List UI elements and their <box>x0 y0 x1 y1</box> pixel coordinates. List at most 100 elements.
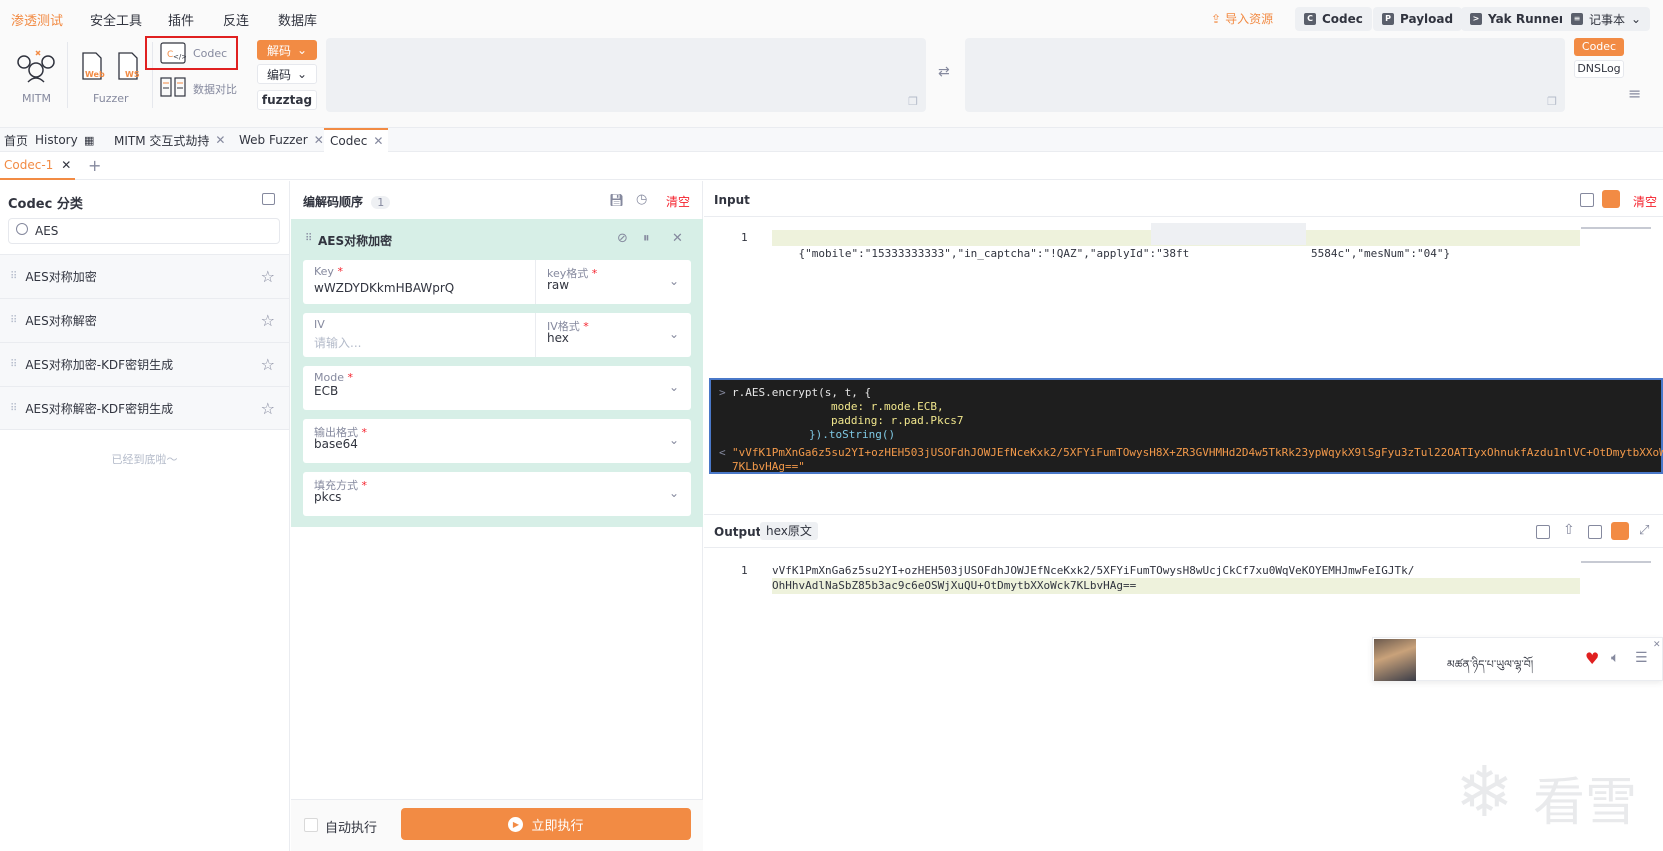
auto-run-checkbox[interactable] <box>304 818 318 832</box>
main-tab-bar: 首页 History ▦ MITM 交互式劫持 ✕ Web Fuzzer ✕ C… <box>0 128 1663 152</box>
drag-handle-icon[interactable]: ⠿ <box>305 233 312 244</box>
list-item-label: AES对称解密-KDF密钥生成 <box>25 401 174 416</box>
output-code-line-2[interactable]: OhHhvAdlNaSbZ85b3ac9c6eOSWjXuQU+OtDmytbX… <box>772 578 1580 594</box>
tab-mitm[interactable]: MITM 交互式劫持 ✕ <box>110 128 229 152</box>
tab-grid-icon[interactable]: ▦ <box>80 128 98 152</box>
mitm-button[interactable]: MITM <box>14 46 60 106</box>
collapse-panel-icon[interactable] <box>262 193 275 205</box>
codec-button[interactable]: C </> Codec <box>160 42 234 66</box>
notepad-button[interactable]: ≡ 记事本 ⌄ <box>1562 7 1651 31</box>
hex-raw-tab[interactable]: hex原文 <box>760 522 818 540</box>
menu-pentest[interactable]: 渗透测试 <box>11 10 63 29</box>
list-item[interactable]: ⠿ AES对称加密-KDF密钥生成 ☆ <box>0 342 289 386</box>
close-icon[interactable]: ✕ <box>61 158 71 172</box>
disable-icon[interactable]: ⊘ <box>617 231 628 246</box>
key-field[interactable]: Key * wWZDYDKkmHBAWprQ key格式 * raw ⌄ <box>303 260 691 304</box>
list-item[interactable]: ⠿ AES对称解密-KDF密钥生成 ☆ <box>0 386 289 430</box>
sub-tab-bar: Codec-1 ✕ + <box>0 152 1663 180</box>
key-label: Key * <box>314 265 343 278</box>
codec-category-panel: Codec 分类 AES ⠿ AES对称加密 ☆ ⠿ AES对称解密 ☆ ⠿ A… <box>0 181 290 851</box>
key-format-select[interactable]: raw <box>547 278 569 292</box>
star-icon[interactable]: ☆ <box>261 267 275 286</box>
panel-title: 编解码顺序 1 <box>303 193 391 210</box>
terminal-icon: > <box>1470 13 1482 25</box>
drag-handle-icon[interactable]: ⠿ <box>10 315 17 326</box>
iv-label: IV <box>314 318 325 331</box>
tab-home[interactable]: 首页 <box>0 128 32 152</box>
heart-icon[interactable]: ♥ <box>1585 649 1599 668</box>
wrap-icon[interactable] <box>1611 522 1629 540</box>
drag-handle-icon[interactable]: ⠿ <box>10 271 17 282</box>
fuzztag-button[interactable]: fuzztag <box>257 90 317 110</box>
snowflake-icon: ❄ <box>1455 751 1514 833</box>
tab-web-fuzzer[interactable]: Web Fuzzer ✕ <box>235 128 328 152</box>
codec-file-icon: C </> <box>160 42 186 64</box>
pause-icon[interactable]: ⏸︎ <box>643 231 650 246</box>
payload-tool-button[interactable]: P Payload <box>1373 7 1463 31</box>
drag-handle-icon[interactable]: ⠿ <box>10 359 17 370</box>
list-item[interactable]: ⠿ AES对称解密 ☆ <box>0 298 289 342</box>
payload-icon: P <box>1382 13 1394 25</box>
menu-security-tools[interactable]: 安全工具 <box>90 10 142 29</box>
ws-fuzzer-button[interactable]: WS <box>116 52 142 82</box>
edit-icon[interactable] <box>1580 193 1594 207</box>
close-icon[interactable]: ✕ <box>672 231 683 246</box>
wrap-icon[interactable] <box>1602 190 1620 208</box>
mode-label: Mode * <box>314 371 353 384</box>
list-item[interactable]: ⠿ AES对称加密 ☆ <box>0 254 289 298</box>
input-title: Input <box>714 193 750 207</box>
import-resource-button[interactable]: ⇪ 导入资源 <box>1211 10 1273 27</box>
console-result-prefix: < <box>719 446 726 459</box>
save-icon[interactable] <box>1536 525 1550 539</box>
iv-input[interactable]: 请输入... <box>314 334 361 351</box>
history-icon[interactable]: ◷ <box>636 192 647 207</box>
tab-codec[interactable]: Codec ✕ <box>324 128 388 152</box>
quick-input-box[interactable]: ❐ <box>326 38 926 112</box>
decode-dropdown[interactable]: 解码 ⌄ <box>257 40 317 60</box>
upload-icon[interactable]: ⇧ <box>1563 522 1575 538</box>
volume-icon[interactable]: 🔈︎ <box>1611 650 1619 666</box>
iv-format-select[interactable]: hex <box>547 331 569 345</box>
data-compare-button[interactable]: 数据对比 <box>160 76 240 100</box>
close-icon[interactable]: ✕ <box>314 133 324 147</box>
subtab-codec-1[interactable]: Codec-1 ✕ <box>0 152 76 180</box>
web-fuzzer-button[interactable]: Web <box>80 52 106 82</box>
padding-select[interactable]: 填充方式 * pkcs ⌄ <box>303 472 691 516</box>
iv-field[interactable]: IV 请输入... IV格式 * hex ⌄ <box>303 313 691 357</box>
add-tab-icon[interactable]: + <box>88 156 101 175</box>
side-codec-button[interactable]: Codec <box>1574 38 1624 56</box>
quick-output-box[interactable]: ❐ <box>965 38 1565 112</box>
menu-reverse[interactable]: 反连 <box>223 10 249 29</box>
clear-order-button[interactable]: 清空 <box>666 193 690 210</box>
output-code-line-1[interactable]: vVfK1PmXnGa6z5su2YI+ozHEH503jUSOFdhJOWJE… <box>772 563 1414 579</box>
save-icon[interactable]: 💾︎ <box>609 193 624 207</box>
yak-runner-button[interactable]: > Yak Runner <box>1461 7 1574 31</box>
side-dnslog-button[interactable]: DNSLog <box>1574 60 1624 78</box>
menu-plugins[interactable]: 插件 <box>168 10 194 29</box>
output-format-select[interactable]: 输出格式 * base64 ⌄ <box>303 419 691 463</box>
drag-handle-icon[interactable]: ⠿ <box>10 403 17 414</box>
swap-icon[interactable]: ⇄ <box>938 64 950 80</box>
codec-tool-button[interactable]: C Codec <box>1295 7 1372 31</box>
run-now-button[interactable]: ▶ 立即执行 <box>401 808 691 840</box>
search-input[interactable]: AES <box>8 218 280 244</box>
tab-history[interactable]: History <box>31 128 82 152</box>
collapse-icon[interactable]: ≡ <box>1628 84 1641 103</box>
fullscreen-icon[interactable]: ⤢ <box>1639 523 1649 538</box>
clear-input-button[interactable]: 清空 <box>1633 193 1657 210</box>
star-icon[interactable]: ☆ <box>261 399 275 418</box>
star-icon[interactable]: ☆ <box>261 311 275 330</box>
close-icon[interactable]: ✕ <box>373 134 383 148</box>
encode-dropdown[interactable]: 编码 ⌄ <box>257 64 317 84</box>
key-input[interactable]: wWZDYDKkmHBAWprQ <box>314 281 454 295</box>
menu-database[interactable]: 数据库 <box>278 10 317 29</box>
playlist-icon[interactable]: ☰ <box>1635 650 1648 666</box>
copy-icon[interactable] <box>1588 525 1602 539</box>
mode-select[interactable]: Mode * ECB ⌄ <box>303 366 691 410</box>
close-icon[interactable]: ✕ <box>215 133 225 147</box>
close-icon[interactable]: ✕ <box>1653 640 1661 650</box>
codec-order-panel: 编解码顺序 1 💾︎ ◷ 清空 ⠿ AES对称加密 ⊘ ⏸︎ ✕ Key * w… <box>291 181 703 851</box>
order-title: 编解码顺序 <box>303 195 364 209</box>
star-icon[interactable]: ☆ <box>261 355 275 374</box>
watermark-text: 看雪 <box>1533 773 1638 833</box>
